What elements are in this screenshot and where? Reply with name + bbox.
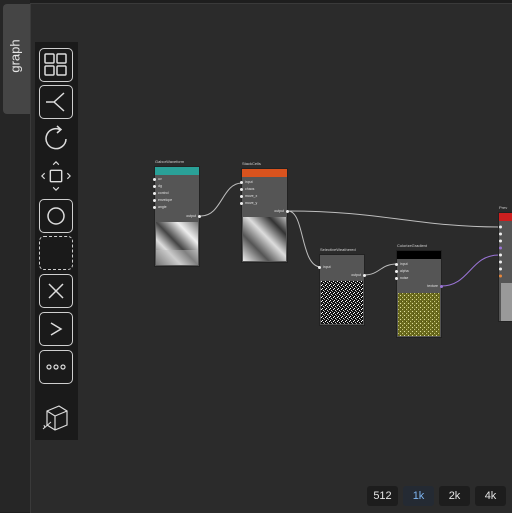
input-port[interactable]: noise (395, 276, 408, 280)
port-label: alpha (400, 269, 409, 273)
more-dots-icon[interactable] (39, 350, 73, 384)
port-label: input (323, 265, 331, 269)
node-preview-thumbnail (321, 281, 363, 324)
resolution-512-button[interactable]: 512 (367, 486, 398, 506)
node-title: SelectiveWeathered (320, 247, 356, 252)
preview-ports (499, 225, 512, 321)
port-dot (240, 180, 243, 184)
wire-stack-to-selective (287, 210, 322, 268)
node-title: Prev (499, 205, 508, 210)
port-dot (440, 284, 443, 288)
port-dot (318, 265, 321, 269)
port-label: input (400, 262, 408, 266)
rotate-icon[interactable] (39, 122, 73, 156)
input-port[interactable]: input (395, 262, 408, 266)
port-dot (240, 201, 243, 205)
port-label: move_x (245, 194, 258, 198)
port-label: dg (158, 184, 162, 188)
input-port[interactable]: input (318, 265, 331, 269)
port-dot (153, 191, 156, 195)
move-icon[interactable] (39, 159, 73, 193)
branch-icon[interactable] (39, 85, 73, 119)
port-dot (198, 214, 201, 218)
circle-icon[interactable] (39, 199, 73, 233)
input-port[interactable]: move_y (240, 201, 257, 205)
port-label: input (245, 180, 253, 184)
node-preview-thumbnail (156, 222, 198, 265)
port-label: output (186, 214, 196, 218)
tool-palette (35, 42, 78, 440)
resolution-4k-button[interactable]: 4k (475, 486, 506, 506)
port-label: output (351, 273, 361, 277)
wire-stack-to-preview (287, 210, 500, 228)
port-label: texture (427, 284, 438, 288)
node-header (397, 251, 441, 259)
port-dot (240, 187, 243, 191)
port-label: noise (400, 276, 409, 280)
port-dot (153, 205, 156, 209)
port-dot (240, 194, 243, 198)
port-dot (395, 269, 398, 273)
port-label: uv (158, 177, 162, 181)
output-port[interactable]: output (186, 214, 201, 218)
node-title: ColorizeGradient (397, 243, 428, 248)
node-gabor-waveform[interactable]: GaborWaveform uv dg control envelope ang… (153, 159, 201, 266)
input-port[interactable]: dg (153, 184, 162, 188)
port-label: envelope (158, 198, 173, 202)
input-port[interactable]: move_x (240, 194, 257, 198)
port-dot (153, 184, 156, 188)
cube-icon[interactable] (39, 399, 73, 433)
node-preview-thumbnail (243, 217, 286, 261)
wire-gabor-to-stack (200, 182, 243, 217)
port-label: chaos (245, 187, 255, 191)
input-port[interactable]: control (153, 191, 169, 195)
resolution-1k-button[interactable]: 1k (403, 486, 434, 506)
wire-colorize-to-preview (440, 254, 500, 287)
dashed-square-icon[interactable] (39, 236, 73, 270)
input-port[interactable]: input (240, 180, 253, 184)
port-dot (395, 276, 398, 280)
port-dot (286, 209, 289, 213)
node-title: GaborWaveform (155, 159, 185, 164)
port-dot (363, 273, 366, 277)
greater-than-icon[interactable] (39, 312, 73, 346)
resolution-2k-button[interactable]: 2k (439, 486, 470, 506)
node-selective-weathered[interactable]: SelectiveWeathered input output (318, 247, 366, 325)
input-port[interactable]: alpha (395, 269, 409, 273)
port-dot (395, 262, 398, 266)
wire-selective-to-colorize (363, 263, 398, 276)
port-label: angle (158, 205, 167, 209)
close-icon[interactable] (39, 274, 73, 308)
node-stack-cells[interactable]: StackCells input chaos move_x move_y out… (240, 161, 289, 262)
node-preview[interactable]: Prev (499, 205, 512, 321)
node-preview-thumbnail (398, 293, 440, 336)
input-port[interactable]: envelope (153, 198, 172, 202)
port-label: move_y (245, 201, 258, 205)
grid-view-icon[interactable] (39, 48, 73, 82)
input-port[interactable]: chaos (240, 187, 254, 191)
node-header (242, 169, 287, 177)
node-colorize-gradient[interactable]: ColorizeGradient input alpha noise textu… (395, 243, 443, 337)
input-port[interactable]: uv (153, 177, 162, 181)
node-header (499, 213, 512, 221)
output-port[interactable]: output (351, 273, 366, 277)
port-label: output (274, 209, 284, 213)
node-header (320, 255, 364, 263)
node-header (155, 167, 199, 175)
output-port[interactable]: texture (427, 284, 443, 288)
port-dot (153, 177, 156, 181)
node-title: StackCells (242, 161, 261, 166)
resolution-bar: 512 1k 2k 4k (367, 486, 506, 506)
output-port[interactable]: output (274, 209, 289, 213)
input-port[interactable]: angle (153, 205, 167, 209)
port-dot (153, 198, 156, 202)
port-label: control (158, 191, 169, 195)
